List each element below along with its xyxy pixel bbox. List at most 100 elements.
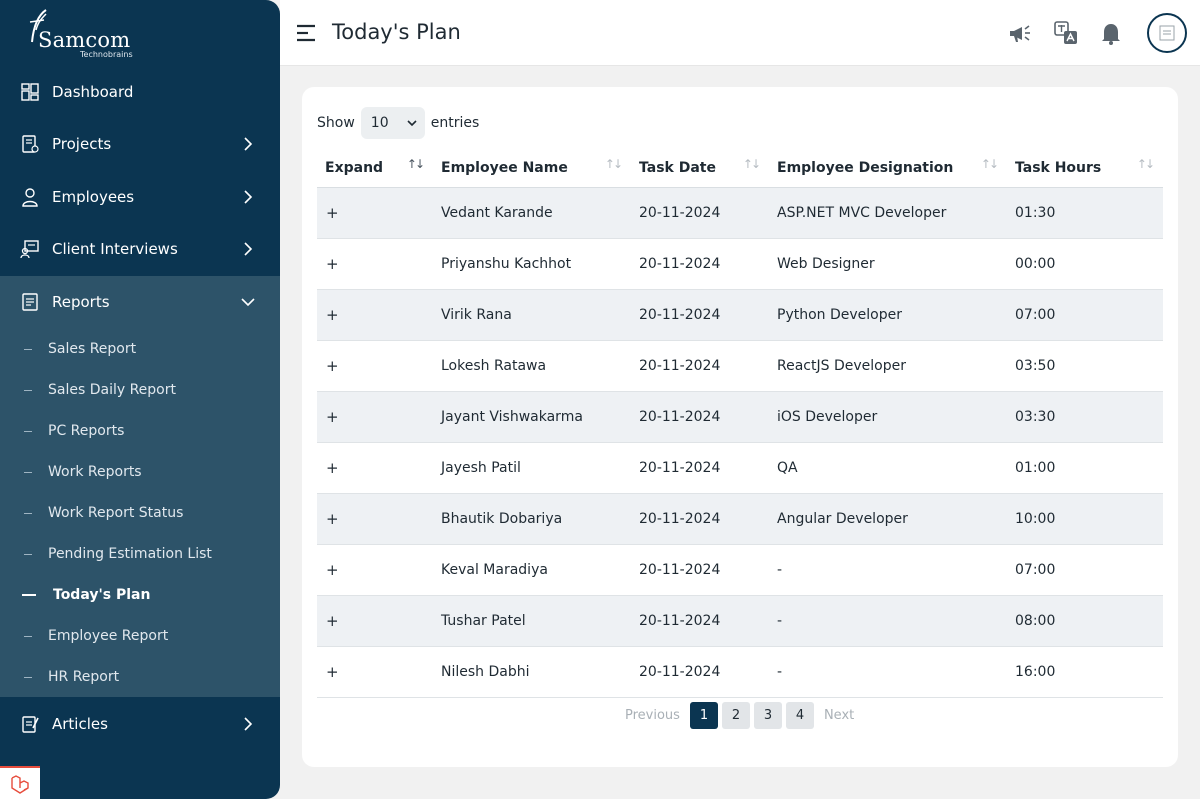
pagination-page-2[interactable]: 2: [721, 702, 750, 729]
task-hours-cell: 00:00: [1007, 238, 1163, 290]
expand-toggle[interactable]: +: [317, 646, 433, 698]
employee-name-cell: Bhautik Dobariya: [433, 493, 631, 545]
sidebar-subitem-todays-plan[interactable]: Today's Plan: [0, 575, 280, 615]
expand-toggle[interactable]: +: [317, 493, 433, 545]
task-hours-cell: 01:00: [1007, 442, 1163, 494]
megaphone-icon[interactable]: [1006, 20, 1032, 46]
table-row: + Jayesh Patil 20-11-2024 QA 01:00: [317, 442, 1163, 494]
designation-cell: ASP.NET MVC Developer: [769, 187, 1007, 239]
task-hours-cell: 03:50: [1007, 340, 1163, 392]
avatar[interactable]: [1147, 13, 1187, 53]
entries-select-value: 10: [370, 115, 389, 131]
table-row: + Jayant Vishwakarma 20-11-2024 iOS Develop…: [317, 391, 1163, 443]
sidebar-subitem-label: Pending Estimation List: [48, 546, 212, 562]
designation-cell: QA: [769, 442, 1007, 494]
expand-toggle[interactable]: +: [317, 544, 433, 596]
task-date-cell: 20-11-2024: [631, 442, 769, 494]
sidebar-item-reports[interactable]: Reports: [0, 276, 280, 328]
table-row: + Keval Maradiya 20-11-2024-07:00: [317, 544, 1163, 596]
sidebar-item-label: Client Interviews: [52, 240, 178, 258]
pagination-page-3[interactable]: 3: [753, 702, 782, 729]
subitem-dash: [24, 553, 32, 555]
designation-cell: Angular Developer: [769, 493, 1007, 545]
projects-icon: [22, 135, 39, 153]
pagination-page-1[interactable]: 1: [689, 702, 718, 729]
sidebar-subitem-pending-estimation-list[interactable]: Pending Estimation List: [0, 534, 280, 574]
column-header-task-hours[interactable]: Task Hours ↑↓: [1007, 149, 1163, 188]
expand-toggle[interactable]: +: [317, 442, 433, 494]
translate-icon[interactable]: [1053, 20, 1079, 46]
laravel-debug-button[interactable]: [0, 766, 40, 799]
sidebar-subitem-work-report-status[interactable]: Work Report Status: [0, 493, 280, 533]
subitem-dash: [24, 471, 32, 473]
sidebar-subitem-work-reports[interactable]: Work Reports: [0, 452, 280, 492]
task-hours-cell: 08:00: [1007, 595, 1163, 647]
employee-name-cell: Virik Rana: [433, 289, 631, 341]
brand-tagline: Technobrains: [80, 50, 133, 59]
sidebar-subitem-pc-reports[interactable]: PC Reports: [0, 411, 280, 451]
pagination-previous[interactable]: Previous: [625, 708, 680, 723]
column-header-employee-designation[interactable]: Employee Designation ↑↓: [769, 149, 1007, 188]
sidebar-item-label: Articles: [52, 715, 108, 733]
todays-plan-table: Expand ↑↓ Employee Name ↑↓ Task Date ↑↓ Emp…: [317, 149, 1163, 698]
employee-name-cell: Lokesh Ratawa: [433, 340, 631, 392]
sidebar-item-label: Employees: [52, 188, 135, 206]
task-hours-cell: 16:00: [1007, 646, 1163, 698]
designation-cell: ReactJS Developer: [769, 340, 1007, 392]
task-date-cell: 20-11-2024: [631, 544, 769, 596]
expand-toggle[interactable]: +: [317, 595, 433, 647]
report-icon: [22, 293, 38, 311]
brand-logo[interactable]: Samcom Technobrains: [22, 8, 152, 59]
pagination-next[interactable]: Next: [824, 708, 854, 723]
avatar-placeholder-icon: [1159, 25, 1175, 41]
sidebar-subitem-employee-report[interactable]: Employee Report: [0, 616, 280, 656]
interview-icon: [20, 240, 39, 259]
sidebar-item-dashboard[interactable]: Dashboard: [0, 66, 280, 118]
entries-select[interactable]: 10: [360, 107, 425, 139]
sidebar-subitem-hr-report[interactable]: HR Report: [0, 657, 280, 697]
employee-name-cell: Jayant Vishwakarma: [433, 391, 631, 443]
task-date-cell: 20-11-2024: [631, 340, 769, 392]
sidebar-item-articles[interactable]: Articles: [0, 698, 280, 750]
sidebar-subitem-sales-report[interactable]: Sales Report: [0, 329, 280, 369]
designation-cell: -: [769, 544, 1007, 596]
column-header-employee-name[interactable]: Employee Name ↑↓: [433, 149, 631, 188]
user-icon: [22, 188, 38, 207]
column-header-task-date[interactable]: Task Date ↑↓: [631, 149, 769, 188]
laravel-icon: [11, 774, 29, 794]
reports-group: Reports Sales Report Sales Daily Report …: [0, 276, 280, 697]
task-hours-cell: 03:30: [1007, 391, 1163, 443]
expand-toggle[interactable]: +: [317, 238, 433, 290]
sidebar-item-employees[interactable]: Employees: [0, 171, 280, 223]
expand-toggle[interactable]: +: [317, 187, 433, 239]
sidebar-item-projects[interactable]: Projects: [0, 118, 280, 170]
task-date-cell: 20-11-2024: [631, 391, 769, 443]
table-row: + Bhautik Dobariya 20-11-2024 Angular Devel…: [317, 493, 1163, 545]
column-header-expand[interactable]: Expand ↑↓: [317, 149, 433, 188]
pagination-page-4[interactable]: 4: [785, 702, 814, 729]
subitem-dash: [24, 512, 32, 514]
bell-icon[interactable]: [1098, 20, 1124, 46]
designation-cell: Python Developer: [769, 289, 1007, 341]
task-date-cell: 20-11-2024: [631, 187, 769, 239]
sidebar-subitem-label: Sales Daily Report: [48, 382, 176, 398]
employee-name-cell: Vedant Karande: [433, 187, 631, 239]
sidebar-item-label: Reports: [52, 293, 110, 311]
expand-toggle[interactable]: +: [317, 340, 433, 392]
chevron-right-icon: [244, 242, 253, 256]
employee-name-cell: Nilesh Dabhi: [433, 646, 631, 698]
employee-name-cell: Keval Maradiya: [433, 544, 631, 596]
sidebar-subitem-label: Work Reports: [48, 464, 142, 480]
page-title: Today's Plan: [332, 20, 461, 44]
table-row: + Priyanshu Kachhot 20-11-2024 Web Designer…: [317, 238, 1163, 290]
sidebar-subitem-label: Employee Report: [48, 628, 169, 644]
brand-name: Samcom: [38, 28, 131, 52]
sidebar: Samcom Technobrains Dashboard Projects E…: [0, 0, 280, 799]
designation-cell: -: [769, 646, 1007, 698]
hamburger-menu-icon[interactable]: [296, 24, 316, 42]
sidebar-item-client-interviews[interactable]: Client Interviews: [0, 223, 280, 275]
sidebar-subitem-sales-daily-report[interactable]: Sales Daily Report: [0, 370, 280, 410]
sort-icon: ↑↓: [604, 157, 623, 171]
expand-toggle[interactable]: +: [317, 391, 433, 443]
expand-toggle[interactable]: +: [317, 289, 433, 341]
